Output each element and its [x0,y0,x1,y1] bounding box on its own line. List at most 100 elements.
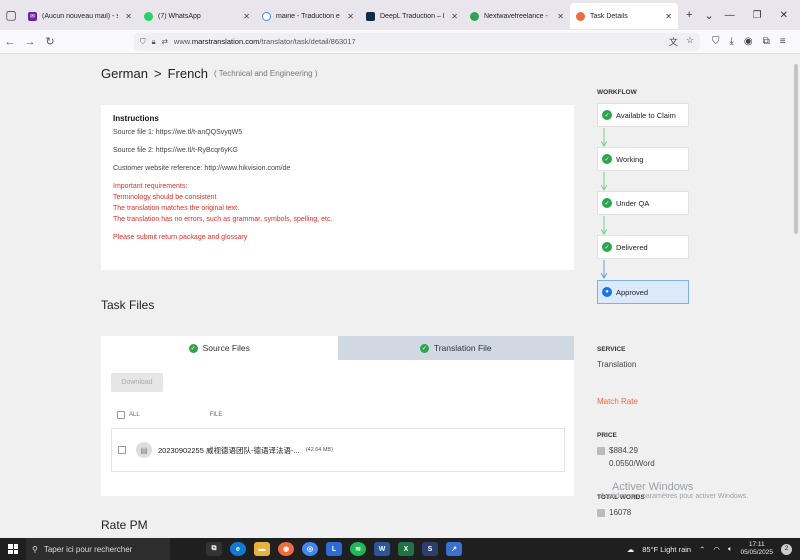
chrome-icon[interactable]: ◎ [302,542,318,556]
tab-source-files[interactable]: ✓ Source Files [101,336,338,360]
price-per-word: 0.0550/Word [609,459,655,468]
account-icon[interactable]: ◉ [744,36,753,47]
workflow-title: WORKFLOW [597,89,637,96]
taskbar-search[interactable]: ⚲ Taper ici pour rechercher [26,538,170,560]
chevron-down-icon[interactable]: ⌄ [704,9,713,22]
file-checkbox[interactable] [118,446,126,454]
edge-icon[interactable]: e [230,542,246,556]
document-icon [597,509,605,517]
app-s-icon[interactable]: S [422,542,438,556]
url-path: /translator/task/detail/863017 [259,37,356,46]
permissions-icon[interactable]: ⇄ [162,37,168,46]
close-tab-icon[interactable]: ✕ [243,12,250,21]
clock[interactable]: 17:11 05/05/2025 [740,541,773,557]
instructions-card: Instructions Source file 1: https://we.t… [101,105,574,270]
requirement-line: The translation matches the original tex… [113,205,240,212]
tab-translation-file[interactable]: ✓ Translation File [337,336,574,360]
bookmark-star-icon[interactable]: ☆ [686,35,694,48]
forward-icon[interactable]: → [20,36,40,48]
notifications-badge[interactable]: 2 [781,543,792,555]
close-tab-icon[interactable]: ✕ [557,12,564,21]
tab-list-icon[interactable]: ▢ [0,0,22,30]
pocket-icon[interactable]: ⛉ [712,36,720,47]
watermark-line-1: Activer Windows [612,481,694,493]
shield-icon[interactable]: ⛉ [140,37,146,47]
url-host: marstranslation.com [191,37,260,46]
page-scrollbar[interactable] [792,54,800,538]
tab-label: (7) WhatsApp [158,12,201,20]
browser-tab-active[interactable]: Task Details ✕ [570,3,678,29]
close-window-icon[interactable]: ✕ [780,10,788,21]
browser-tab[interactable]: DeepL Traduction – DeepL T ✕ [360,3,464,29]
lexicon-app-icon[interactable]: L [326,542,342,556]
arrow-down-icon [601,216,607,235]
workflow-step-approved: ● Approved [597,280,689,304]
check-icon: ✓ [602,154,612,164]
file-row: ▤ 20230902255 威视德语团队-德语译法语-... (42.64 MB… [111,428,565,472]
total-words-value: 16078 [609,508,632,517]
google-icon [262,11,271,21]
lock-icon[interactable]: 🔒︎ [152,37,156,47]
minimize-icon[interactable]: — [725,10,735,21]
step-label: Delivered [616,242,648,252]
file-explorer-icon[interactable]: ▬ [254,542,270,556]
step-label: Working [616,154,644,164]
category-label: ( Technical and Engineering ) [214,69,318,78]
select-all-checkbox[interactable] [117,411,125,419]
translate-icon[interactable]: 文 [669,35,678,48]
download-icon[interactable]: ⤓ [730,36,734,47]
windows-activation-watermark: Activer Windows Accédez aux paramètres p… [600,481,748,500]
app-arrow-icon[interactable]: ↗ [446,542,462,556]
workflow-step-delivered: ✓ Delivered [597,235,689,259]
customer-website[interactable]: Customer website reference: http://www.h… [113,163,562,174]
reload-icon[interactable]: ↻ [40,35,60,48]
close-tab-icon[interactable]: ✕ [451,12,458,21]
source-file-2[interactable]: Source file 2: https://we.tl/t-RyBcqr6yK… [113,145,562,156]
firefox-icon[interactable]: ◉ [278,542,294,556]
arrow-down-icon [601,260,607,279]
column-file: FILE [209,412,223,418]
arrow-down-icon [601,128,607,147]
check-icon: ✓ [602,110,612,120]
browser-tab[interactable]: (7) WhatsApp ✕ [138,3,256,29]
page-content: German > French ( Technical and Engineer… [0,54,800,538]
weather-text[interactable]: 85°F Light rain [642,545,691,554]
current-step-icon: ● [602,287,612,297]
step-label: Under QA [616,198,650,208]
tab-label: mairie - Traduction en angla [276,12,340,20]
step-label: Available to Claim [616,110,676,120]
watermark-line-2: Accédez aux paramètres pour activer Wind… [600,493,749,500]
new-tab-icon[interactable]: + [686,9,692,22]
wifi-icon[interactable]: ◠ [713,545,720,554]
tray-chevron-icon[interactable]: ⌃ [699,545,705,554]
close-tab-icon[interactable]: ✕ [665,12,672,21]
requirement-line: Important requirements: [113,183,188,190]
close-tab-icon[interactable]: ✕ [125,12,132,21]
submission-note: Please submit return package and glossar… [113,234,248,241]
spotify-icon[interactable]: ≋ [350,542,366,556]
file-icon: ▤ [136,442,152,458]
weather-icon[interactable]: ☁ [627,545,635,554]
back-icon[interactable]: ← [0,36,20,48]
url-bar[interactable]: ⛉ 🔒︎ ⇄ www.marstranslation.com/translato… [134,32,700,51]
target-language: French [167,66,209,81]
file-size: (42.64 MB) [305,447,333,453]
close-tab-icon[interactable]: ✕ [347,12,354,21]
service-value: Translation [597,360,637,369]
file-name[interactable]: 20230902255 威视德语团队-德语译法语-... [158,445,300,456]
start-button[interactable] [0,544,26,554]
instructions-title: Instructions [113,114,159,123]
browser-tab[interactable]: mairie - Traduction en angla ✕ [256,3,360,29]
word-icon[interactable]: W [374,542,390,556]
browser-tab[interactable]: Nextwavefreelance - Compl ✕ [464,3,570,29]
match-rate-link[interactable]: Match Rate [597,397,638,406]
volume-icon[interactable]: 🔈︎ [728,544,733,554]
restore-icon[interactable]: ❐ [753,10,762,21]
extensions-icon[interactable]: ⧉ [763,36,770,47]
menu-icon[interactable]: ≡ [780,36,786,47]
source-file-1[interactable]: Source file 1: https://we.tl/t-anQQSvyqW… [113,127,562,138]
excel-icon[interactable]: X [398,542,414,556]
download-button[interactable]: Download [111,373,163,392]
task-view-icon[interactable]: ⧉ [206,542,222,556]
browser-tab[interactable]: ✉ (Aucun nouveau mail) - son ✕ [22,3,138,29]
